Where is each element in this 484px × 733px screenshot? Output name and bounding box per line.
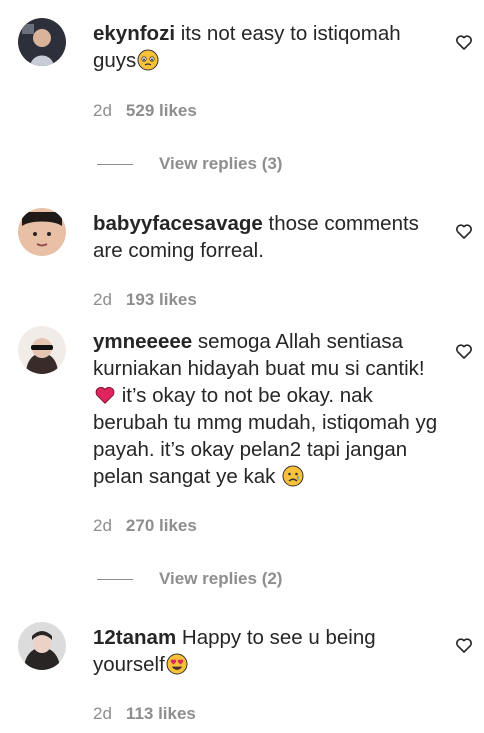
comment-time: 2d — [93, 290, 112, 309]
comment-likes[interactable]: 529 likes — [126, 101, 197, 120]
comment-text: babyyfacesavage those comments are comin… — [93, 210, 438, 264]
heart-eyes-emoji — [166, 653, 188, 675]
like-heart-icon[interactable] — [454, 32, 474, 52]
view-replies-button[interactable]: View replies (2) — [97, 569, 282, 589]
comment-meta: 2d 113 likes — [93, 704, 196, 724]
comment-meta: 2d 193 likes — [93, 290, 197, 310]
comment-username[interactable]: 12tanam — [93, 626, 176, 649]
avatar[interactable] — [18, 326, 66, 374]
comment-text: ymneeeee semoga Allah sentiasa kurniakan… — [93, 328, 438, 490]
comment-meta: 2d 529 likes — [93, 101, 197, 121]
comment-time: 2d — [93, 704, 112, 723]
replies-divider — [97, 164, 133, 166]
comment-body-part2: it’s okay to not be okay. nak berubah tu… — [93, 384, 438, 488]
like-heart-icon[interactable] — [454, 635, 474, 655]
comment-likes[interactable]: 193 likes — [126, 290, 197, 309]
comment-time: 2d — [93, 516, 112, 535]
comment-text: ekynfozi its not easy to istiqomah guys — [93, 20, 438, 74]
sad-face-emoji — [282, 465, 304, 487]
pleading-face-emoji — [137, 49, 159, 71]
view-replies-label: View replies (2) — [159, 569, 283, 588]
comment-likes[interactable]: 113 likes — [126, 704, 196, 723]
comment-username[interactable]: babyyfacesavage — [93, 212, 263, 235]
like-heart-icon[interactable] — [454, 341, 474, 361]
comment-username[interactable]: ekynfozi — [93, 22, 175, 45]
avatar[interactable] — [18, 622, 66, 670]
view-replies-label: View replies (3) — [159, 154, 283, 173]
comment-meta: 2d 270 likes — [93, 516, 197, 536]
like-heart-icon[interactable] — [454, 221, 474, 241]
avatar[interactable] — [18, 18, 66, 66]
comment-username[interactable]: ymneeeee — [93, 330, 192, 353]
comment-text: 12tanam Happy to see u being yourself — [93, 624, 438, 678]
red-heart-emoji — [95, 386, 115, 404]
comment-time: 2d — [93, 101, 112, 120]
comment-likes[interactable]: 270 likes — [126, 516, 197, 535]
replies-divider — [97, 579, 133, 581]
avatar[interactable] — [18, 208, 66, 256]
view-replies-button[interactable]: View replies (3) — [97, 154, 282, 174]
